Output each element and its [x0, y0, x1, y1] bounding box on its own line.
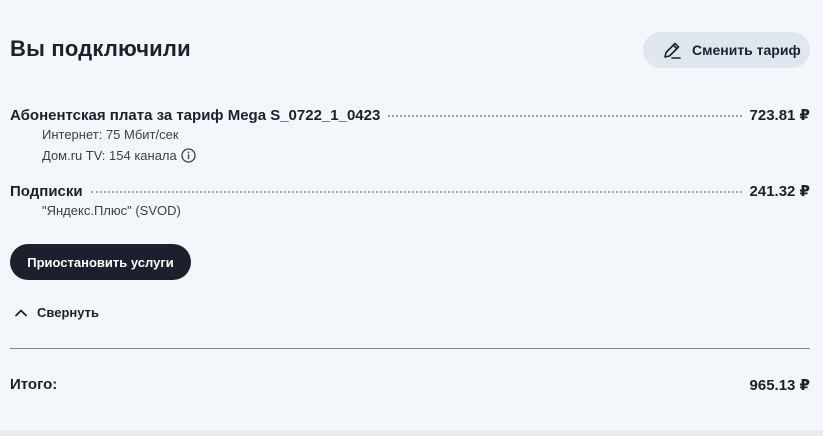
change-tariff-label: Сменить тариф: [692, 42, 801, 58]
tv-detail: Дом.ru TV: 154 канала: [42, 148, 196, 163]
chevron-up-icon: [14, 306, 28, 320]
total-row: Итого: 965.13 ₽: [10, 376, 810, 394]
info-icon[interactable]: [181, 148, 196, 163]
tv-detail-text: Дом.ru TV: 154 канала: [42, 148, 177, 163]
subscriptions-amount: 241.32 ₽: [749, 183, 810, 200]
tariff-fee-amount: 723.81 ₽: [749, 107, 810, 124]
subscription-detail: "Яндекс.Плюс" (SVOD): [42, 203, 181, 218]
collapse-button[interactable]: Свернуть: [14, 305, 99, 320]
dotted-leader: [90, 191, 742, 193]
pause-services-button[interactable]: Приостановить услуги: [10, 244, 191, 280]
subscriptions-row: Подписки 241.32 ₽: [10, 182, 810, 200]
internet-detail: Интернет: 75 Мбит/сек: [42, 127, 179, 142]
divider: [10, 348, 810, 349]
collapse-label: Свернуть: [37, 305, 99, 320]
subscription-detail-text: "Яндекс.Плюс" (SVOD): [42, 203, 181, 218]
total-label: Итого:: [10, 376, 58, 393]
bottom-edge: [0, 430, 823, 436]
page-title: Вы подключили: [10, 36, 191, 61]
change-tariff-button[interactable]: Сменить тариф: [643, 32, 810, 68]
pencil-icon: [661, 39, 683, 61]
tariff-fee-label: Абонентская плата за тариф Mega S_0722_1…: [10, 107, 381, 124]
tariff-fee-row: Абонентская плата за тариф Mega S_0722_1…: [10, 106, 810, 124]
total-amount: 965.13 ₽: [749, 377, 810, 394]
internet-detail-text: Интернет: 75 Мбит/сек: [42, 127, 179, 142]
subscriptions-label: Подписки: [10, 183, 83, 200]
dotted-leader: [388, 115, 742, 117]
